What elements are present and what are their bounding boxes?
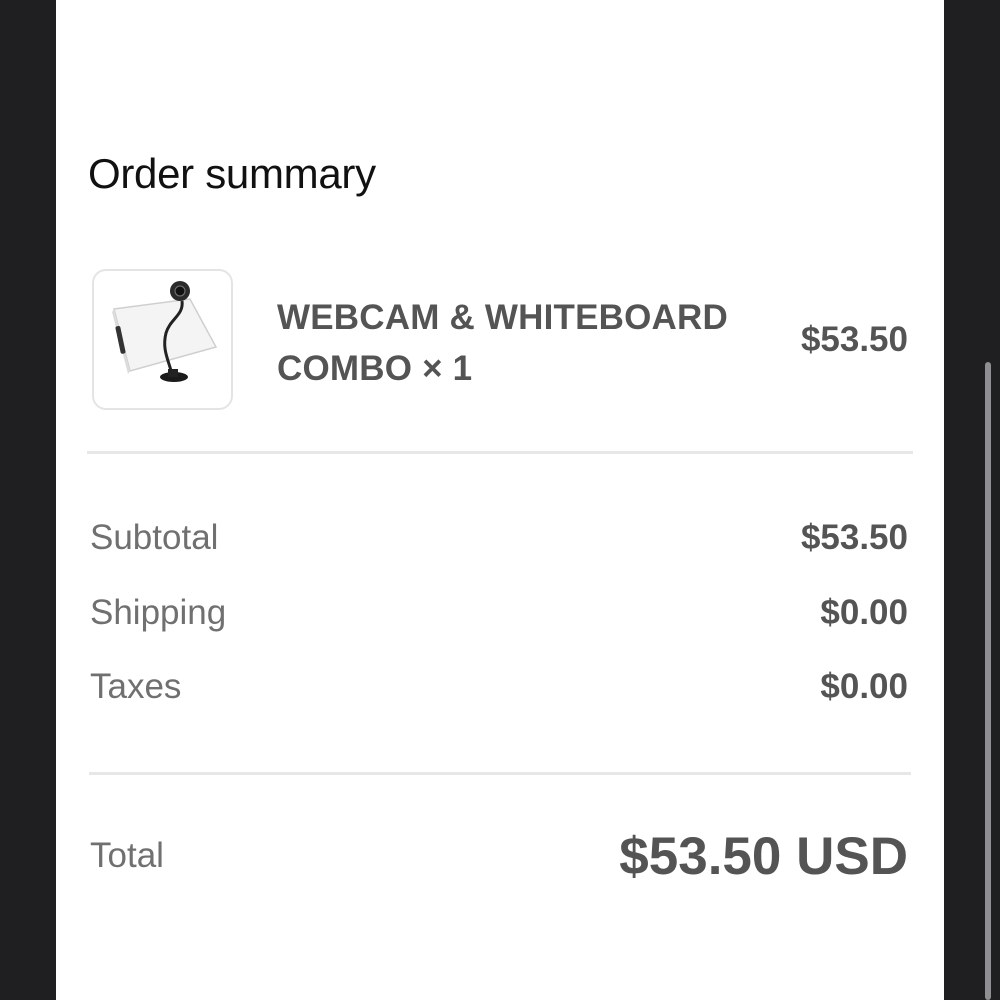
total-label: Total: [90, 836, 164, 875]
divider: [89, 772, 911, 775]
product-name: WEBCAM & WHITEBOARD COMBO × 1: [277, 298, 728, 388]
taxes-label: Taxes: [90, 667, 182, 706]
shipping-label: Shipping: [90, 593, 227, 632]
order-summary-title: Order summary: [88, 150, 376, 197]
order-summary-panel: Order summary WEBCAM & WHITEBOARD COMBO …: [56, 0, 944, 1000]
shipping-value: $0.00: [820, 593, 908, 632]
scrollbar[interactable]: [985, 362, 991, 1000]
webcam-whiteboard-product-image: [112, 281, 218, 382]
subtotal-value: $53.50: [800, 518, 908, 557]
total-value: $53.50 USD: [619, 827, 908, 886]
taxes-value: $0.00: [820, 667, 908, 706]
product-price: $53.50: [800, 320, 908, 359]
product-thumbnail[interactable]: [92, 269, 233, 410]
subtotal-label: Subtotal: [90, 518, 219, 557]
divider: [87, 451, 913, 454]
